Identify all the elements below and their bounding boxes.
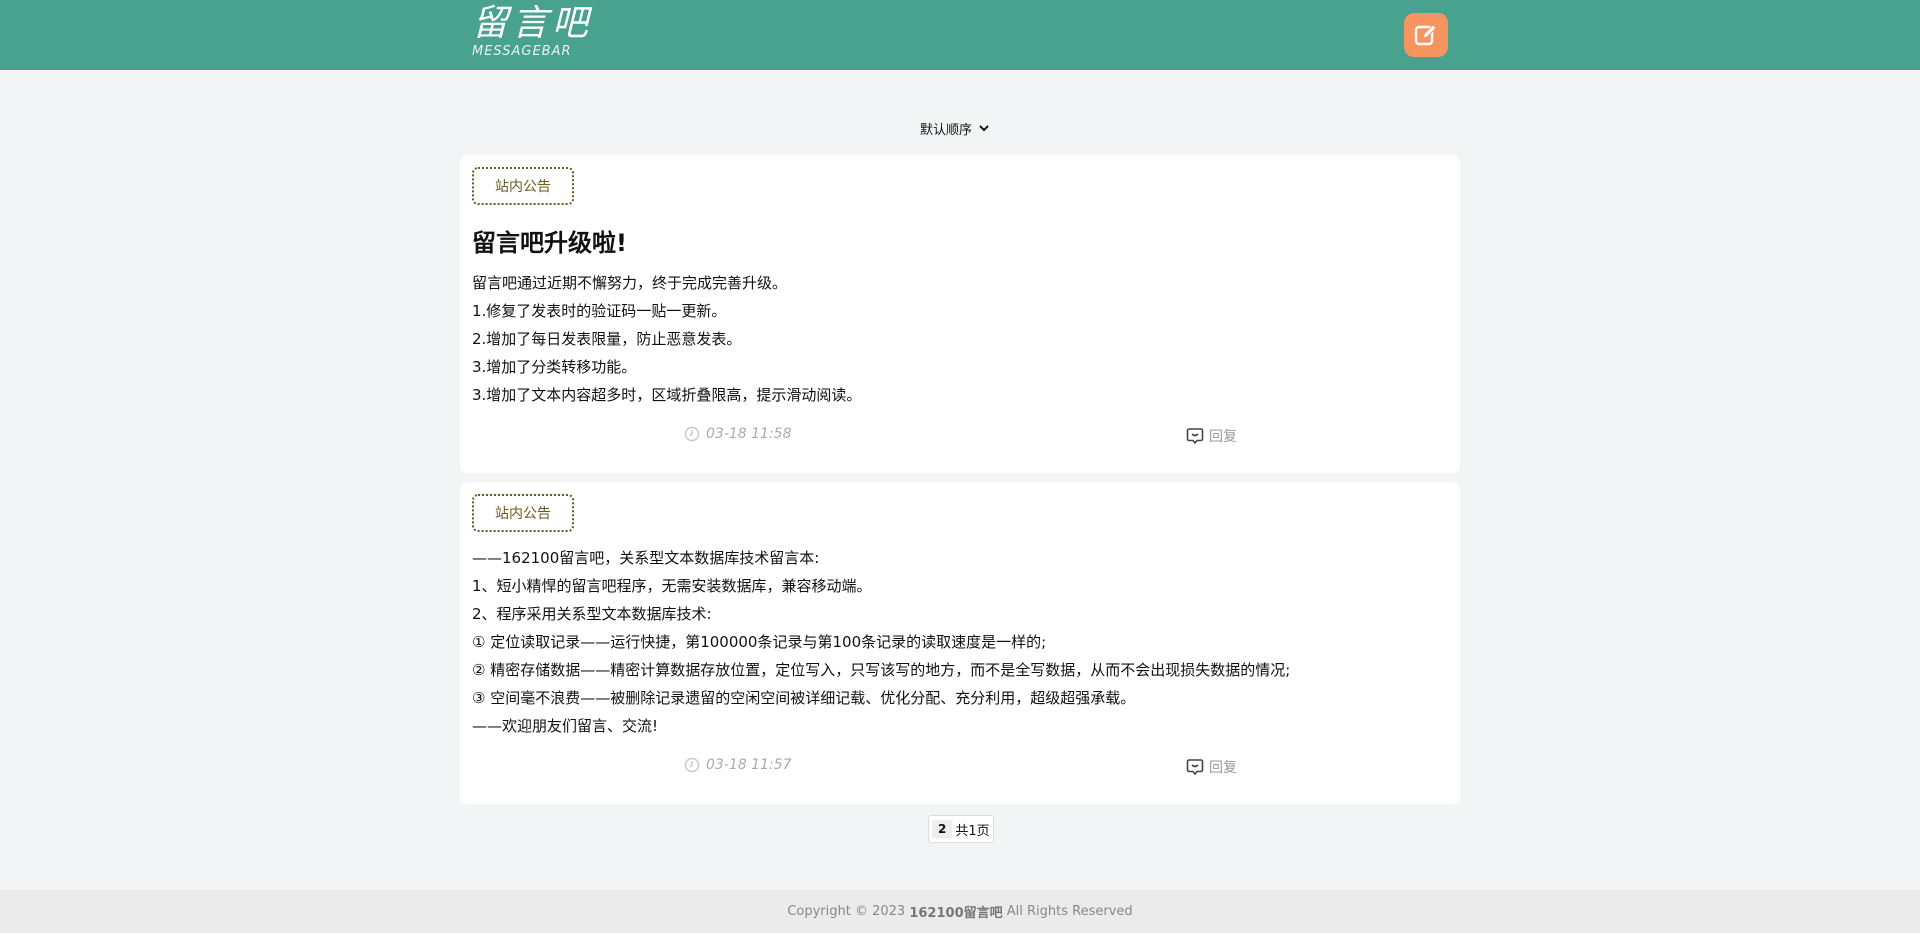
message-body: ——162100留言吧，关系型文本数据库技术留言本: 1、短小精悍的留言吧程序，… [472,544,1290,740]
copyright-prefix: Copyright © 2023 [787,904,906,919]
category-tag[interactable]: 站内公告 [472,494,574,532]
message-line: ——162100留言吧，关系型文本数据库技术留言本: [472,549,820,567]
page-total-text: 共1页 [955,823,990,839]
message-line: 1.修复了发表时的验证码一贴一更新。 [472,302,727,320]
clock-icon [684,757,700,773]
comment-icon [1186,428,1204,445]
comment-icon [1186,759,1204,776]
chevron-down-icon [979,125,989,132]
sort-order-select[interactable]: 默认顺序 [920,116,990,140]
post-time: 03-18 11:57 [684,757,791,773]
site-logo[interactable]: 留言吧 MESSAGEBAR [472,4,592,66]
copyright-suffix: All Rights Reserved [1006,904,1133,919]
sort-order-label: 默认顺序 [920,122,973,138]
message-line: ① 定位读取记录——运行快捷，第100000条记录与第100条记录的读取速度是一… [472,633,1047,651]
edit-icon [1414,24,1437,46]
top-header-bar: 留言吧 MESSAGEBAR [0,0,1920,70]
reply-label: 回复 [1209,760,1237,776]
copyright-brand: 162100留言吧 [909,906,1003,921]
message-line: 3.增加了文本内容超多时，区域折叠限高，提示滑动阅读。 [472,386,862,404]
footer: Copyright © 2023 162100留言吧 All Rights Re… [0,890,1920,933]
reply-button[interactable]: 回复 [1186,757,1237,777]
reply-label: 回复 [1209,429,1237,445]
page-number-current[interactable]: 2 [932,820,953,838]
message-body: 留言吧通过近期不懈努力，终于完成完善升级。 1.修复了发表时的验证码一贴一更新。… [472,269,861,409]
message-line: 1、短小精悍的留言吧程序，无需安装数据库，兼容移动端。 [472,577,872,595]
message-line: 3.增加了分类转移功能。 [472,358,637,376]
reply-button[interactable]: 回复 [1186,426,1237,446]
pagination: 2 共1页 [928,815,994,843]
message-card: 站内公告 留言吧升级啦! 留言吧通过近期不懈努力，终于完成完善升级。 1.修复了… [460,155,1460,473]
post-time-text: 03-18 11:58 [706,426,792,442]
message-line: 2、程序采用关系型文本数据库技术: [472,605,712,623]
post-time: 03-18 11:58 [684,426,791,442]
logo-chinese-text: 留言吧 [472,3,593,44]
message-line: 留言吧通过近期不懈努力，终于完成完善升级。 [472,274,788,292]
message-line: 2.增加了每日发表限量，防止恶意发表。 [472,330,742,348]
logo-english-text: MESSAGEBAR [472,44,572,59]
post-time-text: 03-18 11:57 [706,757,792,773]
category-tag[interactable]: 站内公告 [472,167,574,205]
message-line: ——欢迎朋友们留言、交流! [472,717,659,735]
message-card: 站内公告 ——162100留言吧，关系型文本数据库技术留言本: 1、短小精悍的留… [460,482,1460,804]
message-title: 留言吧升级啦! [472,229,627,257]
message-line: ③ 空间毫不浪费——被删除记录遗留的空闲空间被详细记载、优化分配、充分利用，超级… [472,689,1136,707]
write-message-button[interactable] [1404,13,1448,57]
message-line: ② 精密存储数据——精密计算数据存放位置，定位写入，只写该写的地方，而不是全写数… [472,661,1291,679]
clock-icon [684,426,700,442]
